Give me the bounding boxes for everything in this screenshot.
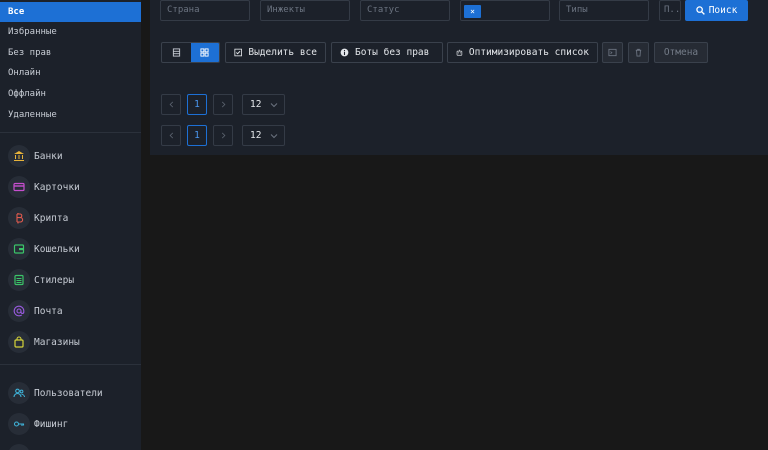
page-size-select[interactable]: 12 <box>242 125 285 146</box>
sidebar-item-phishing[interactable]: Фишинг <box>8 413 68 435</box>
search-button[interactable]: Поиск <box>685 0 748 21</box>
types-filter[interactable]: Типы <box>559 0 649 21</box>
sidebar-item-shops[interactable]: Магазины <box>8 331 80 353</box>
sidebar-item-users[interactable]: Пользователи <box>8 382 103 404</box>
filter-online[interactable]: Онлайн <box>0 63 141 83</box>
pagination-top: 1 12 <box>161 94 285 115</box>
list-view-button[interactable] <box>162 43 191 62</box>
chevron-right-icon <box>221 132 225 139</box>
key-icon <box>8 413 30 435</box>
filter-favorites[interactable]: Избранные <box>0 22 141 42</box>
optimize-list-label: Оптимизировать список <box>468 47 589 58</box>
prev-page-button[interactable] <box>161 94 181 115</box>
sidebar-item-label: Крипта <box>34 212 69 224</box>
filter-all[interactable]: Все <box>0 2 141 22</box>
page-number-button[interactable]: 1 <box>187 94 207 115</box>
next-page-button[interactable] <box>213 125 233 146</box>
status-filter[interactable]: Статус <box>360 0 450 21</box>
sidebar-item-label: Банки <box>34 150 63 162</box>
prev-page-button[interactable] <box>161 125 181 146</box>
filter-no-rights[interactable]: Без прав <box>0 43 141 63</box>
sidebar-item-wallets[interactable]: Кошельки <box>8 238 80 260</box>
grid-view-button[interactable] <box>190 43 219 62</box>
bots-no-rights-button[interactable]: Боты без прав <box>331 42 443 63</box>
sidebar-item-mail[interactable]: Почта <box>8 300 63 322</box>
list-icon <box>172 48 180 57</box>
select-all-button[interactable]: Выделить все <box>225 42 326 63</box>
sidebar-item-label: Почта <box>34 305 63 317</box>
page-size-select[interactable]: 12 <box>242 94 285 115</box>
chevron-left-icon <box>169 132 173 139</box>
bots-no-rights-label: Боты без прав <box>355 47 430 58</box>
shopping-bag-icon <box>8 331 30 353</box>
search-label: Поиск <box>708 5 738 16</box>
sidebar-item-crypto[interactable]: Крипта <box>8 207 68 229</box>
sidebar-item-label: Магазины <box>34 336 80 348</box>
filter-offline[interactable]: Оффлайн <box>0 84 141 104</box>
select-all-label: Выделить все <box>248 47 317 58</box>
optimize-list-button[interactable]: Оптимизировать список <box>447 42 598 63</box>
injects-filter[interactable]: Инжекты <box>260 0 350 21</box>
page-number-button[interactable]: 1 <box>187 125 207 146</box>
tags-filter[interactable]: × <box>460 0 550 21</box>
sidebar-item-stealers[interactable]: Стилеры <box>8 269 74 291</box>
filter-deleted[interactable]: Удаленные <box>0 105 141 125</box>
sidebar-item-label: Пользователи <box>34 387 103 399</box>
chevron-down-icon <box>270 102 278 107</box>
cancel-button[interactable]: Отмена <box>654 42 708 63</box>
country-filter[interactable]: Страна <box>160 0 250 21</box>
view-toggle <box>161 42 220 63</box>
bank-icon <box>8 145 30 167</box>
at-icon <box>8 300 30 322</box>
bitcoin-icon <box>8 207 30 229</box>
robot-icon <box>456 49 463 56</box>
terminal-icon <box>608 48 617 57</box>
terminal-button[interactable] <box>602 42 623 63</box>
search-icon <box>695 6 705 15</box>
chevron-left-icon <box>169 101 173 108</box>
card-icon <box>8 176 30 198</box>
sidebar: Все Избранные Без прав Онлайн Оффлайн Уд… <box>0 0 141 450</box>
chevron-down-icon <box>270 133 278 138</box>
clear-chip[interactable]: × <box>464 5 481 18</box>
wallet-icon <box>8 238 30 260</box>
sidebar-divider <box>0 132 141 133</box>
page-size-value: 12 <box>250 99 262 110</box>
sidebar-item-label: Стилеры <box>34 274 75 286</box>
sidebar-item-label: Кошельки <box>34 243 80 255</box>
extra-filter[interactable]: П... <box>659 0 681 21</box>
next-page-button[interactable] <box>213 94 233 115</box>
sidebar-item-label: Карточки <box>34 181 80 193</box>
trash-icon <box>635 48 642 57</box>
sidebar-item-label: Фишинг <box>34 418 69 430</box>
bots-panel: Страна Инжекты Статус × Типы П... Поиск … <box>150 0 768 155</box>
pagination-bottom: 1 12 <box>161 125 285 146</box>
checkbox-icon <box>234 48 242 57</box>
sidebar-divider <box>0 364 141 365</box>
info-icon <box>340 48 349 57</box>
grid-icon <box>200 48 209 57</box>
sidebar-item-cards[interactable]: Карточки <box>8 176 80 198</box>
chevron-right-icon <box>221 101 225 108</box>
stealer-icon <box>8 269 30 291</box>
more-icon <box>8 444 30 450</box>
page-size-value: 12 <box>250 130 262 141</box>
sidebar-item-banks[interactable]: Банки <box>8 145 63 167</box>
delete-button[interactable] <box>628 42 649 63</box>
users-icon <box>8 382 30 404</box>
